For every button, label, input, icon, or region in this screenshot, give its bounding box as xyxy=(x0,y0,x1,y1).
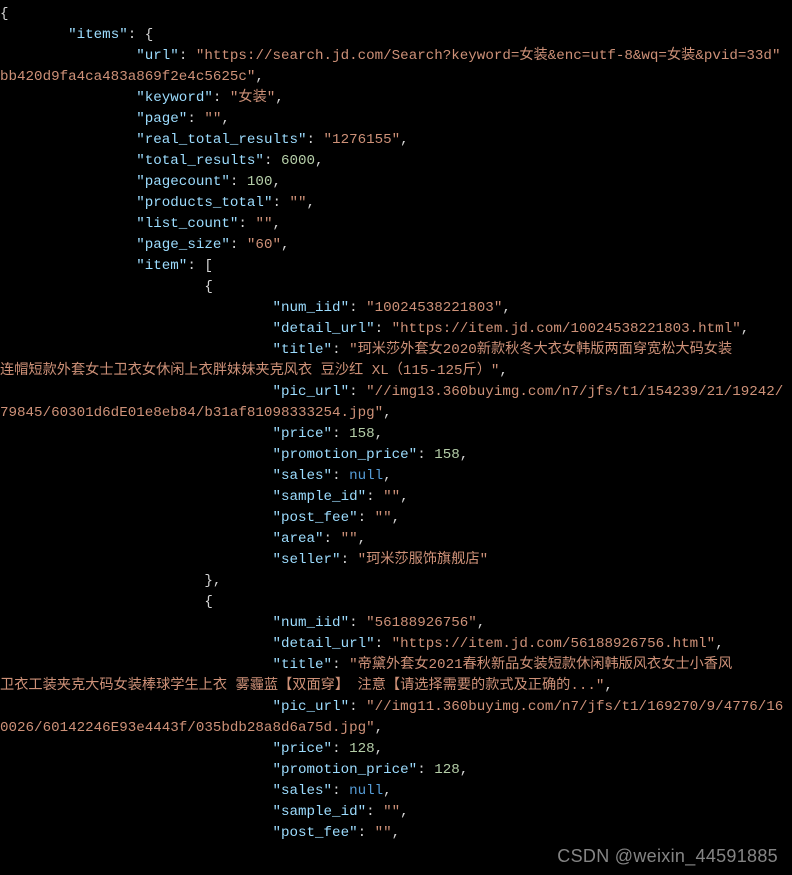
watermark: CSDN @weixin_44591885 xyxy=(557,846,778,867)
json-code-block: { "items": { "url": "https://search.jd.c… xyxy=(0,0,792,844)
